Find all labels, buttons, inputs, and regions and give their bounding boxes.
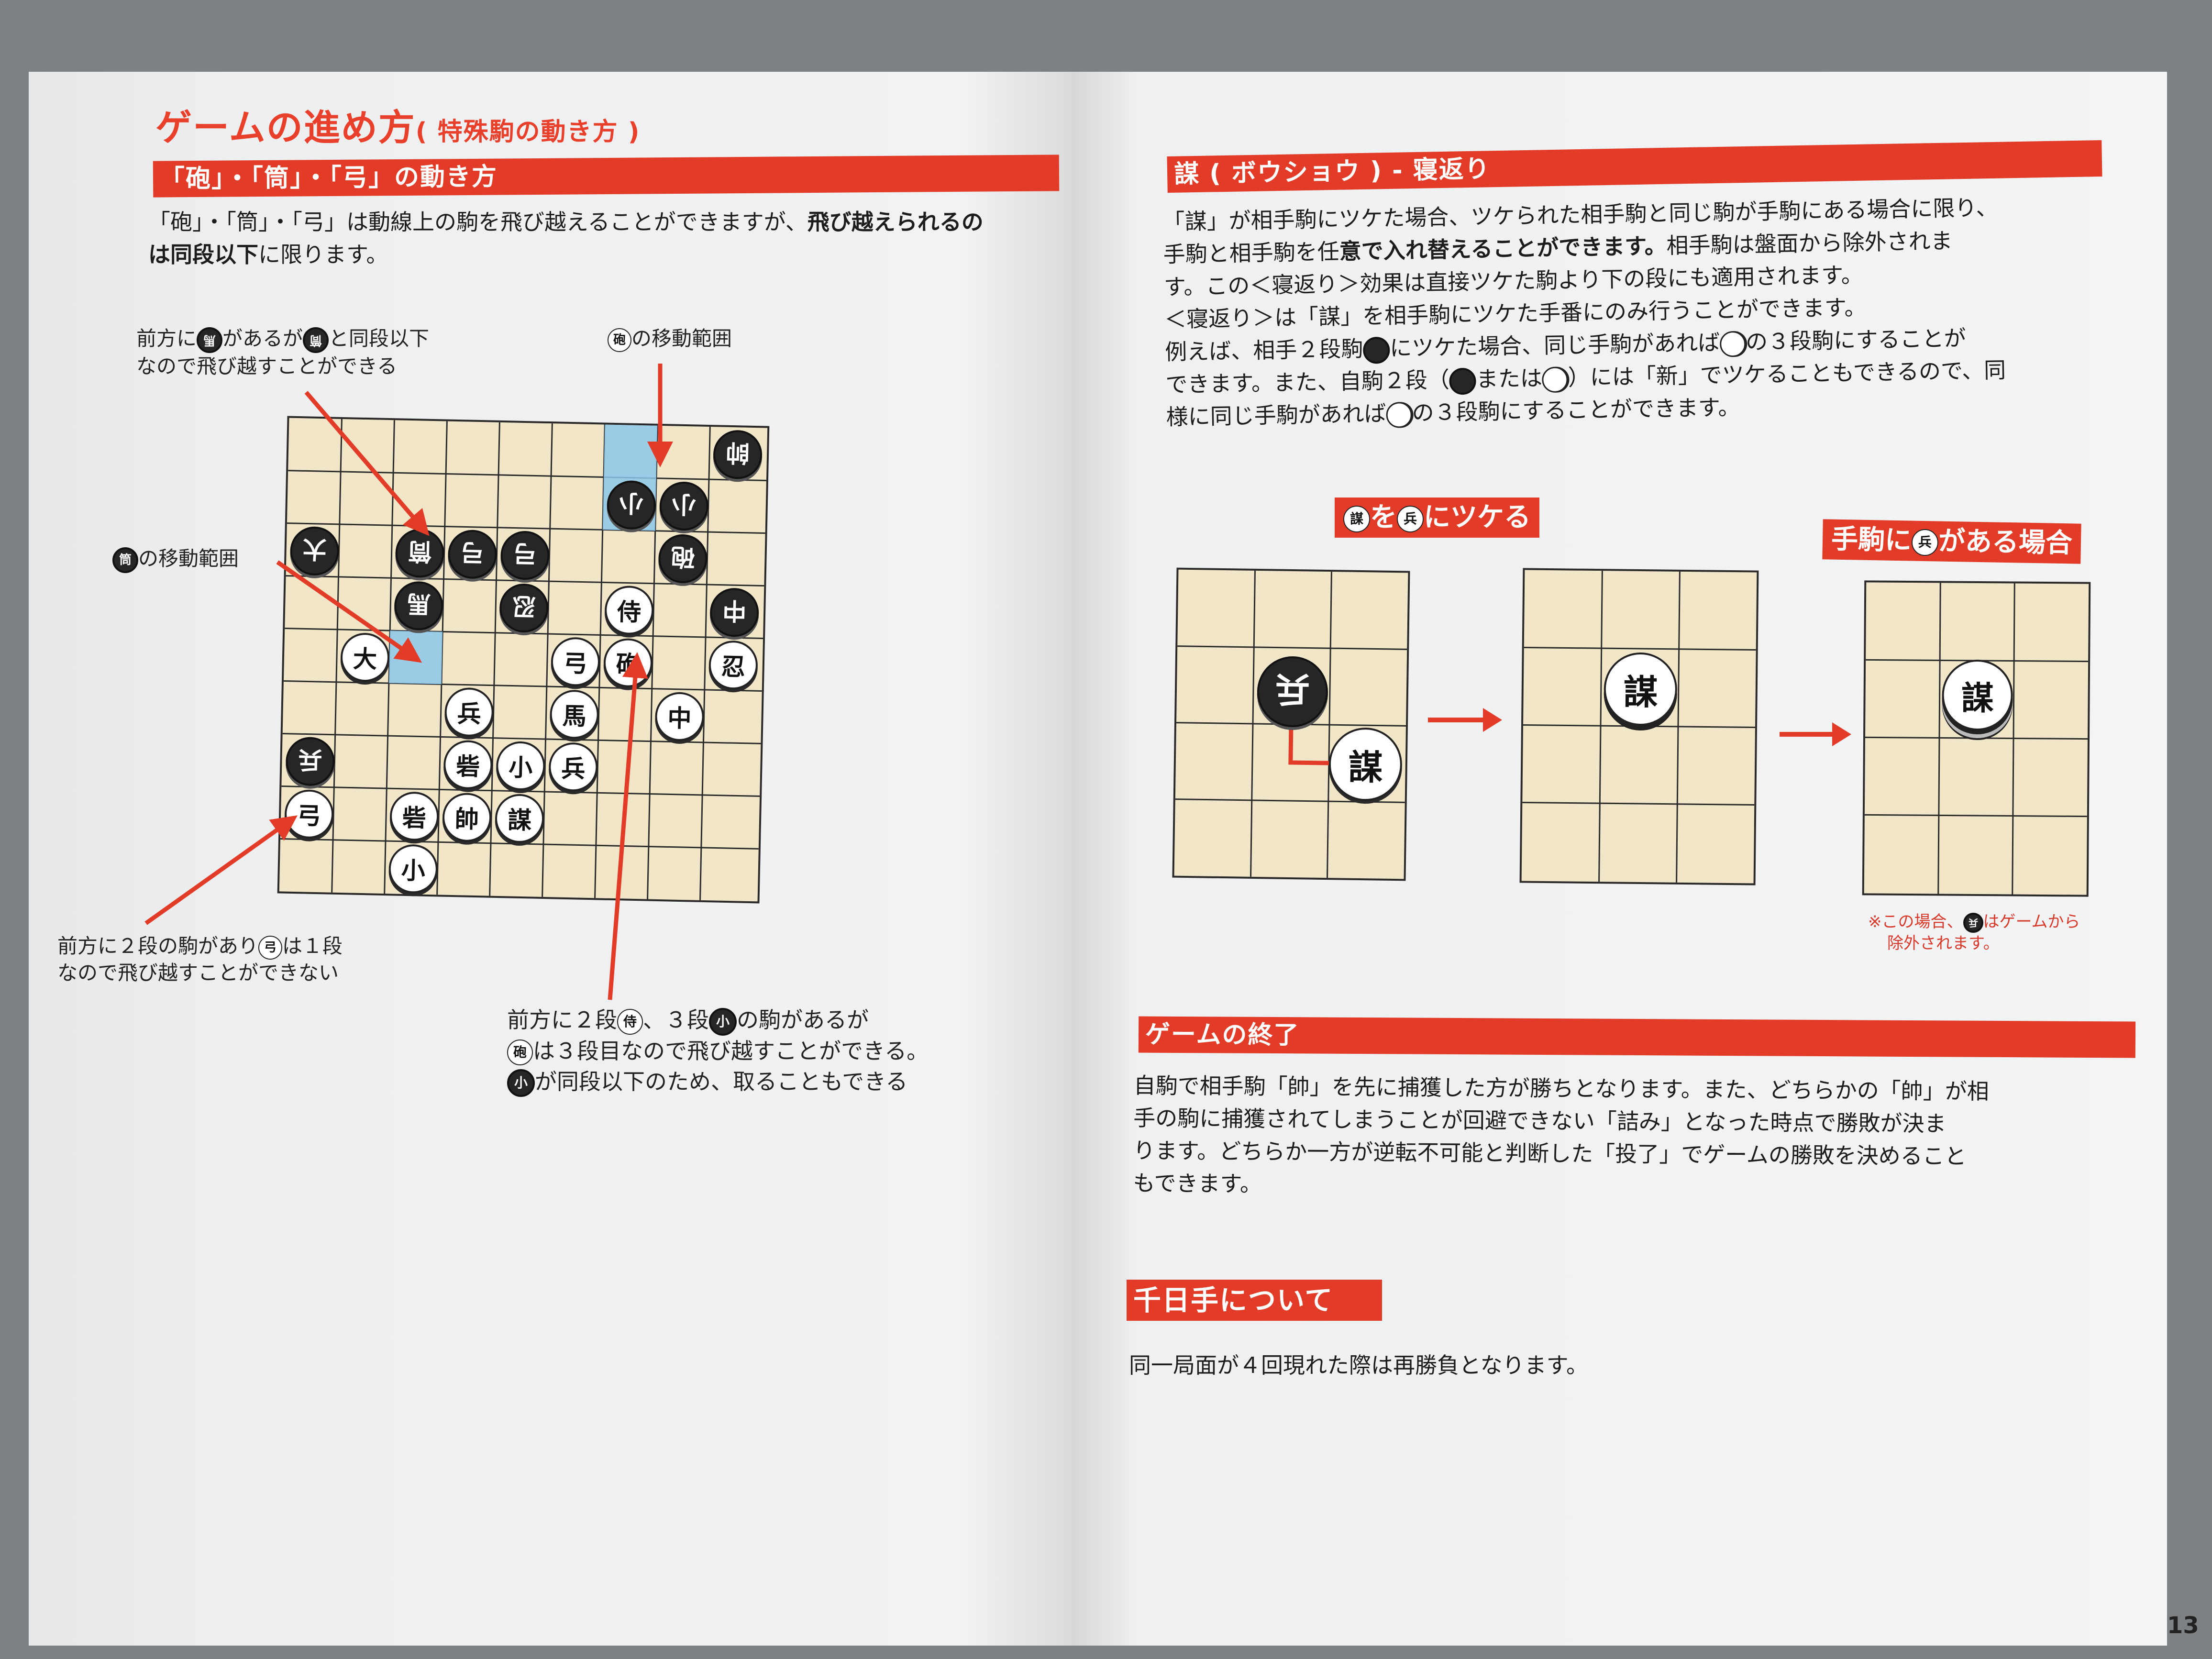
- callout-arrows: [144, 364, 673, 1000]
- piece-icon: 謀: [1343, 505, 1370, 532]
- piece-icon: 兵: [1397, 505, 1424, 532]
- diagram-grid: [1522, 571, 1756, 883]
- arrow-right-2-head: [1832, 722, 1851, 746]
- black-piece-icon: [1449, 367, 1477, 395]
- page-number: 13: [2167, 1612, 2199, 1639]
- strategist-piece-stacked: 謀: [1604, 652, 1678, 726]
- band-game-end: ゲームの終了: [1138, 1016, 2136, 1058]
- betrayal-paragraph: 「謀」が相手駒にツケた場合、ツケられた相手駒と同じ駒が手駒にある場合に限り、 手…: [1162, 194, 2006, 430]
- piece-icon: 兵: [1963, 912, 1983, 933]
- game-end-paragraph: 自駒で相手駒「帥」を先に捕獲した方が勝ちとなります。また、どちらかの「帥」が相 …: [1133, 1072, 1989, 1197]
- repetition-paragraph: 同一局面が４回現れた際は再勝負となります。: [1129, 1352, 1589, 1378]
- black-piece-icon: [1362, 336, 1390, 364]
- white-piece-icon: [1386, 401, 1413, 428]
- diagram-note: ※この場合、兵はゲームから 除外されます。: [1868, 912, 2080, 953]
- strategist-piece-three-tier: 謀: [1942, 659, 2013, 731]
- piece-icon: 兵: [1911, 529, 1939, 556]
- white-piece-icon: [1542, 366, 1569, 393]
- diagram-board-before: 兵 謀: [1172, 567, 1410, 881]
- diagram-board-result: 謀: [1862, 580, 2091, 897]
- band-repetition: 千日手について: [1127, 1280, 1382, 1321]
- arrow-right-1-head: [1483, 708, 1502, 732]
- white-piece-icon: [1719, 331, 1746, 357]
- diagram-grid: [1864, 583, 2089, 895]
- diagram-board-after: 謀: [1519, 568, 1759, 885]
- label-attach-example: 謀を兵にツケる: [1335, 498, 1539, 538]
- label-hand-piece: 手駒に兵がある場合: [1822, 519, 2081, 564]
